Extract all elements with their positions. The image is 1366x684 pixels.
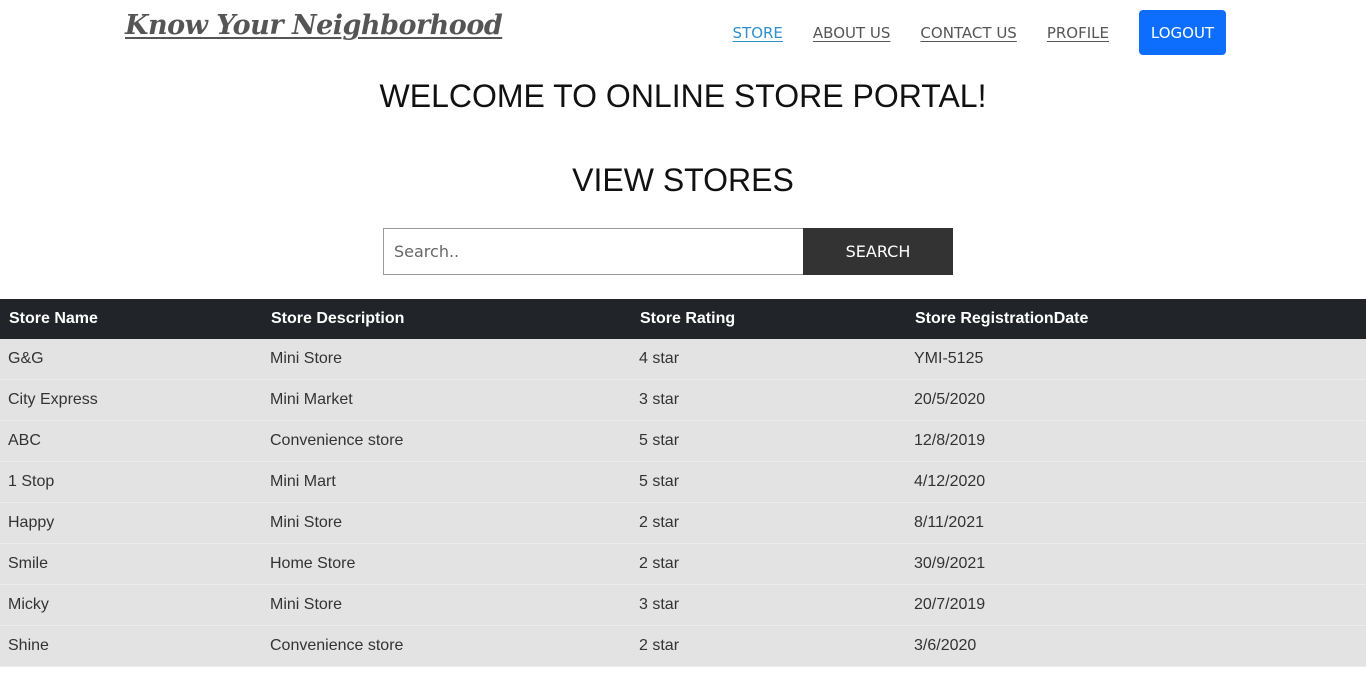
table-row: City Express Mini Market 3 star 20/5/202…	[0, 379, 1366, 421]
section-title: VIEW STORES	[572, 162, 794, 198]
cell-store-description: Mini Mart	[262, 461, 631, 503]
cell-store-description: Mini Market	[262, 379, 631, 421]
cell-store-registration-date: 20/7/2019	[906, 584, 1366, 626]
cell-store-registration-date: YMI-5125	[906, 339, 1366, 380]
cell-store-rating: 5 star	[631, 420, 906, 462]
stores-table: Store Name Store Description Store Ratin…	[0, 299, 1366, 667]
column-header-store-rating: Store Rating	[631, 299, 906, 339]
cell-store-rating: 4 star	[631, 339, 906, 380]
cell-store-description: Convenience store	[262, 420, 631, 462]
cell-store-rating: 2 star	[631, 543, 906, 585]
search-bar: SEARCH	[383, 228, 953, 275]
logout-button[interactable]: LOGOUT	[1139, 10, 1226, 55]
cell-store-name: ABC	[0, 420, 262, 462]
cell-store-registration-date: 12/8/2019	[906, 420, 1366, 462]
cell-store-registration-date: 30/9/2021	[906, 543, 1366, 585]
cell-store-name: City Express	[0, 379, 262, 421]
cell-store-description: Convenience store	[262, 625, 631, 667]
nav-link-profile[interactable]: PROFILE	[1047, 24, 1109, 42]
table-row: Shine Convenience store 2 star 3/6/2020	[0, 625, 1366, 667]
cell-store-description: Mini Store	[262, 584, 631, 626]
search-input[interactable]	[383, 228, 803, 275]
cell-store-rating: 2 star	[631, 625, 906, 667]
table-row: ABC Convenience store 5 star 12/8/2019	[0, 420, 1366, 462]
navbar: Know Your Neighborhood STORE ABOUT US CO…	[0, 0, 1366, 64]
brand-logo-link[interactable]: Know Your Neighborhood	[125, 10, 503, 41]
cell-store-name: Happy	[0, 502, 262, 544]
table-row: G&G Mini Store 4 star YMI-5125	[0, 339, 1366, 380]
cell-store-description: Mini Store	[262, 502, 631, 544]
cell-store-registration-date: 3/6/2020	[906, 625, 1366, 667]
cell-store-rating: 3 star	[631, 584, 906, 626]
cell-store-description: Mini Store	[262, 339, 631, 380]
table-row: Micky Mini Store 3 star 20/7/2019	[0, 584, 1366, 626]
welcome-heading: WELCOME TO ONLINE STORE PORTAL!	[379, 78, 987, 114]
cell-store-name: Shine	[0, 625, 262, 667]
cell-store-registration-date: 4/12/2020	[906, 461, 1366, 503]
cell-store-rating: 5 star	[631, 461, 906, 503]
cell-store-registration-date: 8/11/2021	[906, 502, 1366, 544]
search-button[interactable]: SEARCH	[803, 228, 953, 275]
table-row: Smile Home Store 2 star 30/9/2021	[0, 543, 1366, 585]
cell-store-rating: 3 star	[631, 379, 906, 421]
cell-store-rating: 2 star	[631, 502, 906, 544]
table-row: Happy Mini Store 2 star 8/11/2021	[0, 502, 1366, 544]
table-row: 1 Stop Mini Mart 5 star 4/12/2020	[0, 461, 1366, 503]
nav-link-contact-us[interactable]: CONTACT US	[920, 24, 1016, 42]
cell-store-name: Smile	[0, 543, 262, 585]
nav-links: STORE ABOUT US CONTACT US PROFILE LOGOUT	[703, 10, 1226, 55]
column-header-store-name: Store Name	[0, 299, 262, 339]
nav-link-store[interactable]: STORE	[733, 24, 783, 42]
column-header-store-description: Store Description	[262, 299, 631, 339]
nav-link-about-us[interactable]: ABOUT US	[813, 24, 891, 42]
column-header-store-registration-date: Store RegistrationDate	[906, 299, 1366, 339]
cell-store-description: Home Store	[262, 543, 631, 585]
cell-store-name: G&G	[0, 339, 262, 380]
cell-store-name: Micky	[0, 584, 262, 626]
cell-store-name: 1 Stop	[0, 461, 262, 503]
table-header-row: Store Name Store Description Store Ratin…	[0, 299, 1366, 339]
cell-store-registration-date: 20/5/2020	[906, 379, 1366, 421]
